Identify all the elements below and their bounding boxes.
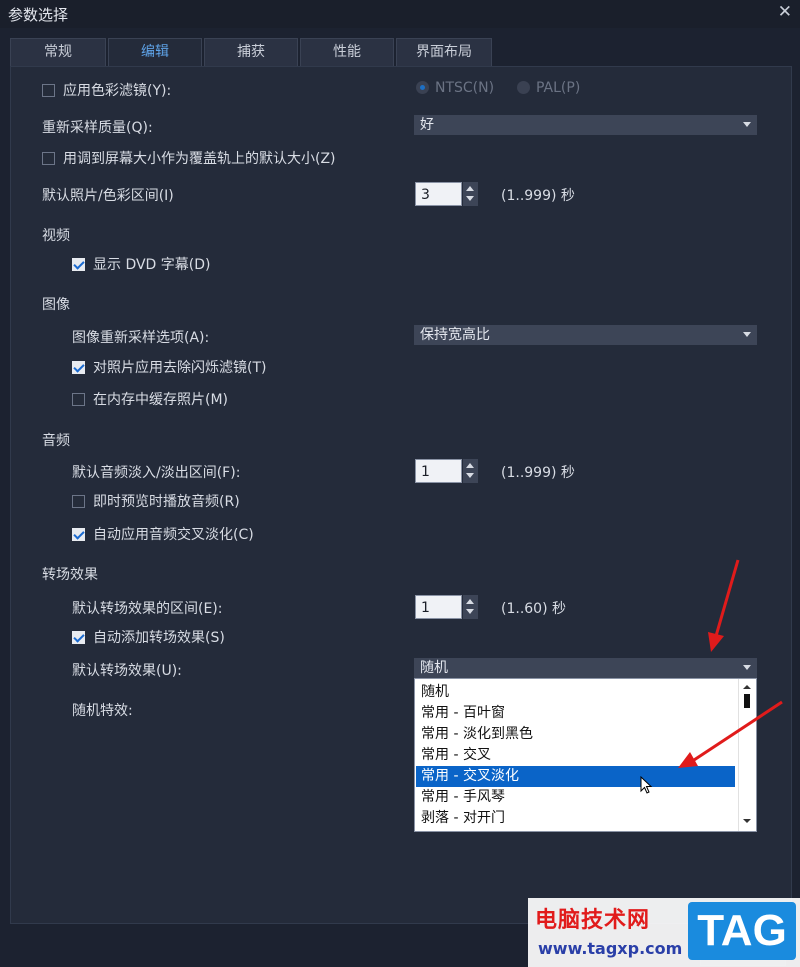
dropdown-option[interactable]: 随机 (416, 682, 735, 703)
dropdown-option[interactable]: 常用 - 交叉 (416, 745, 735, 766)
resample-quality-value: 好 (420, 117, 434, 133)
audio-fade-range: (1..999) 秒 (501, 465, 575, 481)
mouse-pointer-icon (640, 776, 653, 794)
fit-overlay-label: 用调到屏幕大小作为覆盖轨上的默认大小(Z) (63, 151, 336, 167)
auto-add-transition-option[interactable]: 自动添加转场效果(S) (72, 627, 225, 647)
scroll-up-icon[interactable] (743, 685, 751, 689)
tab-general[interactable]: 常规 (10, 38, 106, 66)
fit-overlay-option[interactable]: 用调到屏幕大小作为覆盖轨上的默认大小(Z) (42, 148, 336, 168)
flicker-filter-label: 对照片应用去除闪烁滤镜(T) (93, 360, 267, 376)
flicker-filter-option[interactable]: 对照片应用去除闪烁滤镜(T) (72, 357, 266, 377)
dropdown-option[interactable]: 常用 - 淡化到黑色 (416, 724, 735, 745)
watermark-site-name: 电脑技术网 (535, 908, 651, 933)
transition-dropdown-list[interactable]: 随机 常用 - 百叶窗 常用 - 淡化到黑色 常用 - 交叉 常用 - 交叉淡化… (414, 678, 757, 832)
dropdown-option[interactable]: 剥落 - 对开门 (416, 808, 735, 829)
fit-overlay-checkbox[interactable] (42, 152, 55, 165)
chevron-down-icon (743, 665, 751, 670)
transition-duration-input[interactable]: 1 (415, 595, 462, 619)
spin-down-icon[interactable] (466, 473, 474, 478)
tab-ui-layout[interactable]: 界面布局 (396, 38, 492, 66)
tab-edit[interactable]: 编辑 (108, 38, 202, 68)
watermark-logo: TAG (688, 902, 796, 960)
scroll-thumb[interactable] (744, 694, 750, 708)
photo-duration-range: (1..999) 秒 (501, 188, 575, 204)
dvd-subtitle-option[interactable]: 显示 DVD 字幕(D) (72, 254, 211, 274)
tab-performance[interactable]: 性能 (300, 38, 394, 66)
window-title: 参数选择 (8, 6, 69, 24)
ntsc-option[interactable]: NTSC(N) (416, 80, 494, 96)
stepper-buttons[interactable] (463, 595, 478, 619)
random-effect-label: 随机特效: (72, 703, 133, 719)
color-filter-checkbox[interactable] (42, 84, 55, 97)
dropdown-scrollbar[interactable] (738, 679, 756, 831)
ntsc-label: NTSC(N) (435, 80, 495, 96)
tab-capture[interactable]: 捕获 (204, 38, 298, 66)
watermark-url: www.tagxp.com (538, 939, 683, 958)
transition-duration-range: (1..60) 秒 (501, 601, 566, 617)
resample-quality-select[interactable]: 好 (414, 115, 757, 135)
dropdown-option[interactable]: 常用 - 手风琴 (416, 787, 735, 808)
spin-up-icon[interactable] (466, 599, 474, 604)
instant-preview-checkbox[interactable] (72, 495, 85, 508)
auto-add-transition-label: 自动添加转场效果(S) (93, 630, 225, 646)
pal-label: PAL(P) (536, 80, 581, 96)
audio-crossfade-checkbox[interactable] (72, 528, 85, 541)
instant-preview-option[interactable]: 即时预览时播放音频(R) (72, 491, 240, 511)
close-icon[interactable]: ✕ (778, 2, 792, 22)
video-section-header: 视频 (42, 228, 70, 244)
dvd-subtitle-label: 显示 DVD 字幕(D) (93, 257, 211, 273)
dropdown-option-selected[interactable]: 常用 - 交叉淡化 (416, 766, 735, 787)
transition-duration-stepper[interactable]: 1 (415, 595, 478, 619)
spin-down-icon[interactable] (466, 196, 474, 201)
audio-fade-stepper[interactable]: 1 (415, 459, 478, 483)
scroll-down-icon[interactable] (743, 819, 751, 823)
cache-photos-label: 在内存中缓存照片(M) (93, 392, 229, 408)
spin-up-icon[interactable] (466, 463, 474, 468)
default-transition-value: 随机 (420, 660, 448, 676)
default-transition-label: 默认转场效果(U): (72, 663, 182, 679)
stepper-buttons[interactable] (463, 459, 478, 483)
pal-option[interactable]: PAL(P) (517, 80, 580, 96)
image-resample-value: 保持宽高比 (420, 327, 490, 343)
color-filter-label: 应用色彩滤镜(Y): (63, 83, 172, 99)
audio-fade-input[interactable]: 1 (415, 459, 462, 483)
title-bar: 参数选择 ✕ (0, 0, 800, 28)
default-transition-select[interactable]: 随机 (414, 658, 757, 678)
color-filter-option[interactable]: 应用色彩滤镜(Y): (42, 80, 171, 100)
photo-duration-input[interactable]: 3 (415, 182, 462, 206)
ntsc-radio[interactable] (416, 81, 429, 94)
cache-photos-checkbox[interactable] (72, 393, 85, 406)
spin-down-icon[interactable] (466, 609, 474, 614)
auto-add-transition-checkbox[interactable] (72, 631, 85, 644)
chevron-down-icon (743, 332, 751, 337)
instant-preview-label: 即时预览时播放音频(R) (93, 494, 240, 510)
dvd-subtitle-checkbox[interactable] (72, 258, 85, 271)
audio-crossfade-label: 自动应用音频交叉淡化(C) (93, 527, 254, 543)
dropdown-option[interactable]: 常用 - 百叶窗 (416, 703, 735, 724)
image-section-header: 图像 (42, 297, 70, 313)
transition-section-header: 转场效果 (42, 567, 98, 583)
photo-duration-label: 默认照片/色彩区间(I) (42, 188, 174, 204)
photo-duration-stepper[interactable]: 3 (415, 182, 478, 206)
spin-up-icon[interactable] (466, 186, 474, 191)
audio-crossfade-option[interactable]: 自动应用音频交叉淡化(C) (72, 524, 254, 544)
pal-radio[interactable] (517, 81, 530, 94)
image-resample-select[interactable]: 保持宽高比 (414, 325, 757, 345)
resample-quality-label: 重新采样质量(Q): (42, 120, 153, 136)
cache-photos-option[interactable]: 在内存中缓存照片(M) (72, 389, 228, 409)
audio-fade-label: 默认音频淡入/淡出区间(F): (72, 465, 241, 481)
chevron-down-icon (743, 122, 751, 127)
image-resample-label: 图像重新采样选项(A): (72, 330, 210, 346)
transition-duration-label: 默认转场效果的区间(E): (72, 601, 223, 617)
flicker-filter-checkbox[interactable] (72, 361, 85, 374)
audio-section-header: 音频 (42, 433, 70, 449)
stepper-buttons[interactable] (463, 182, 478, 206)
